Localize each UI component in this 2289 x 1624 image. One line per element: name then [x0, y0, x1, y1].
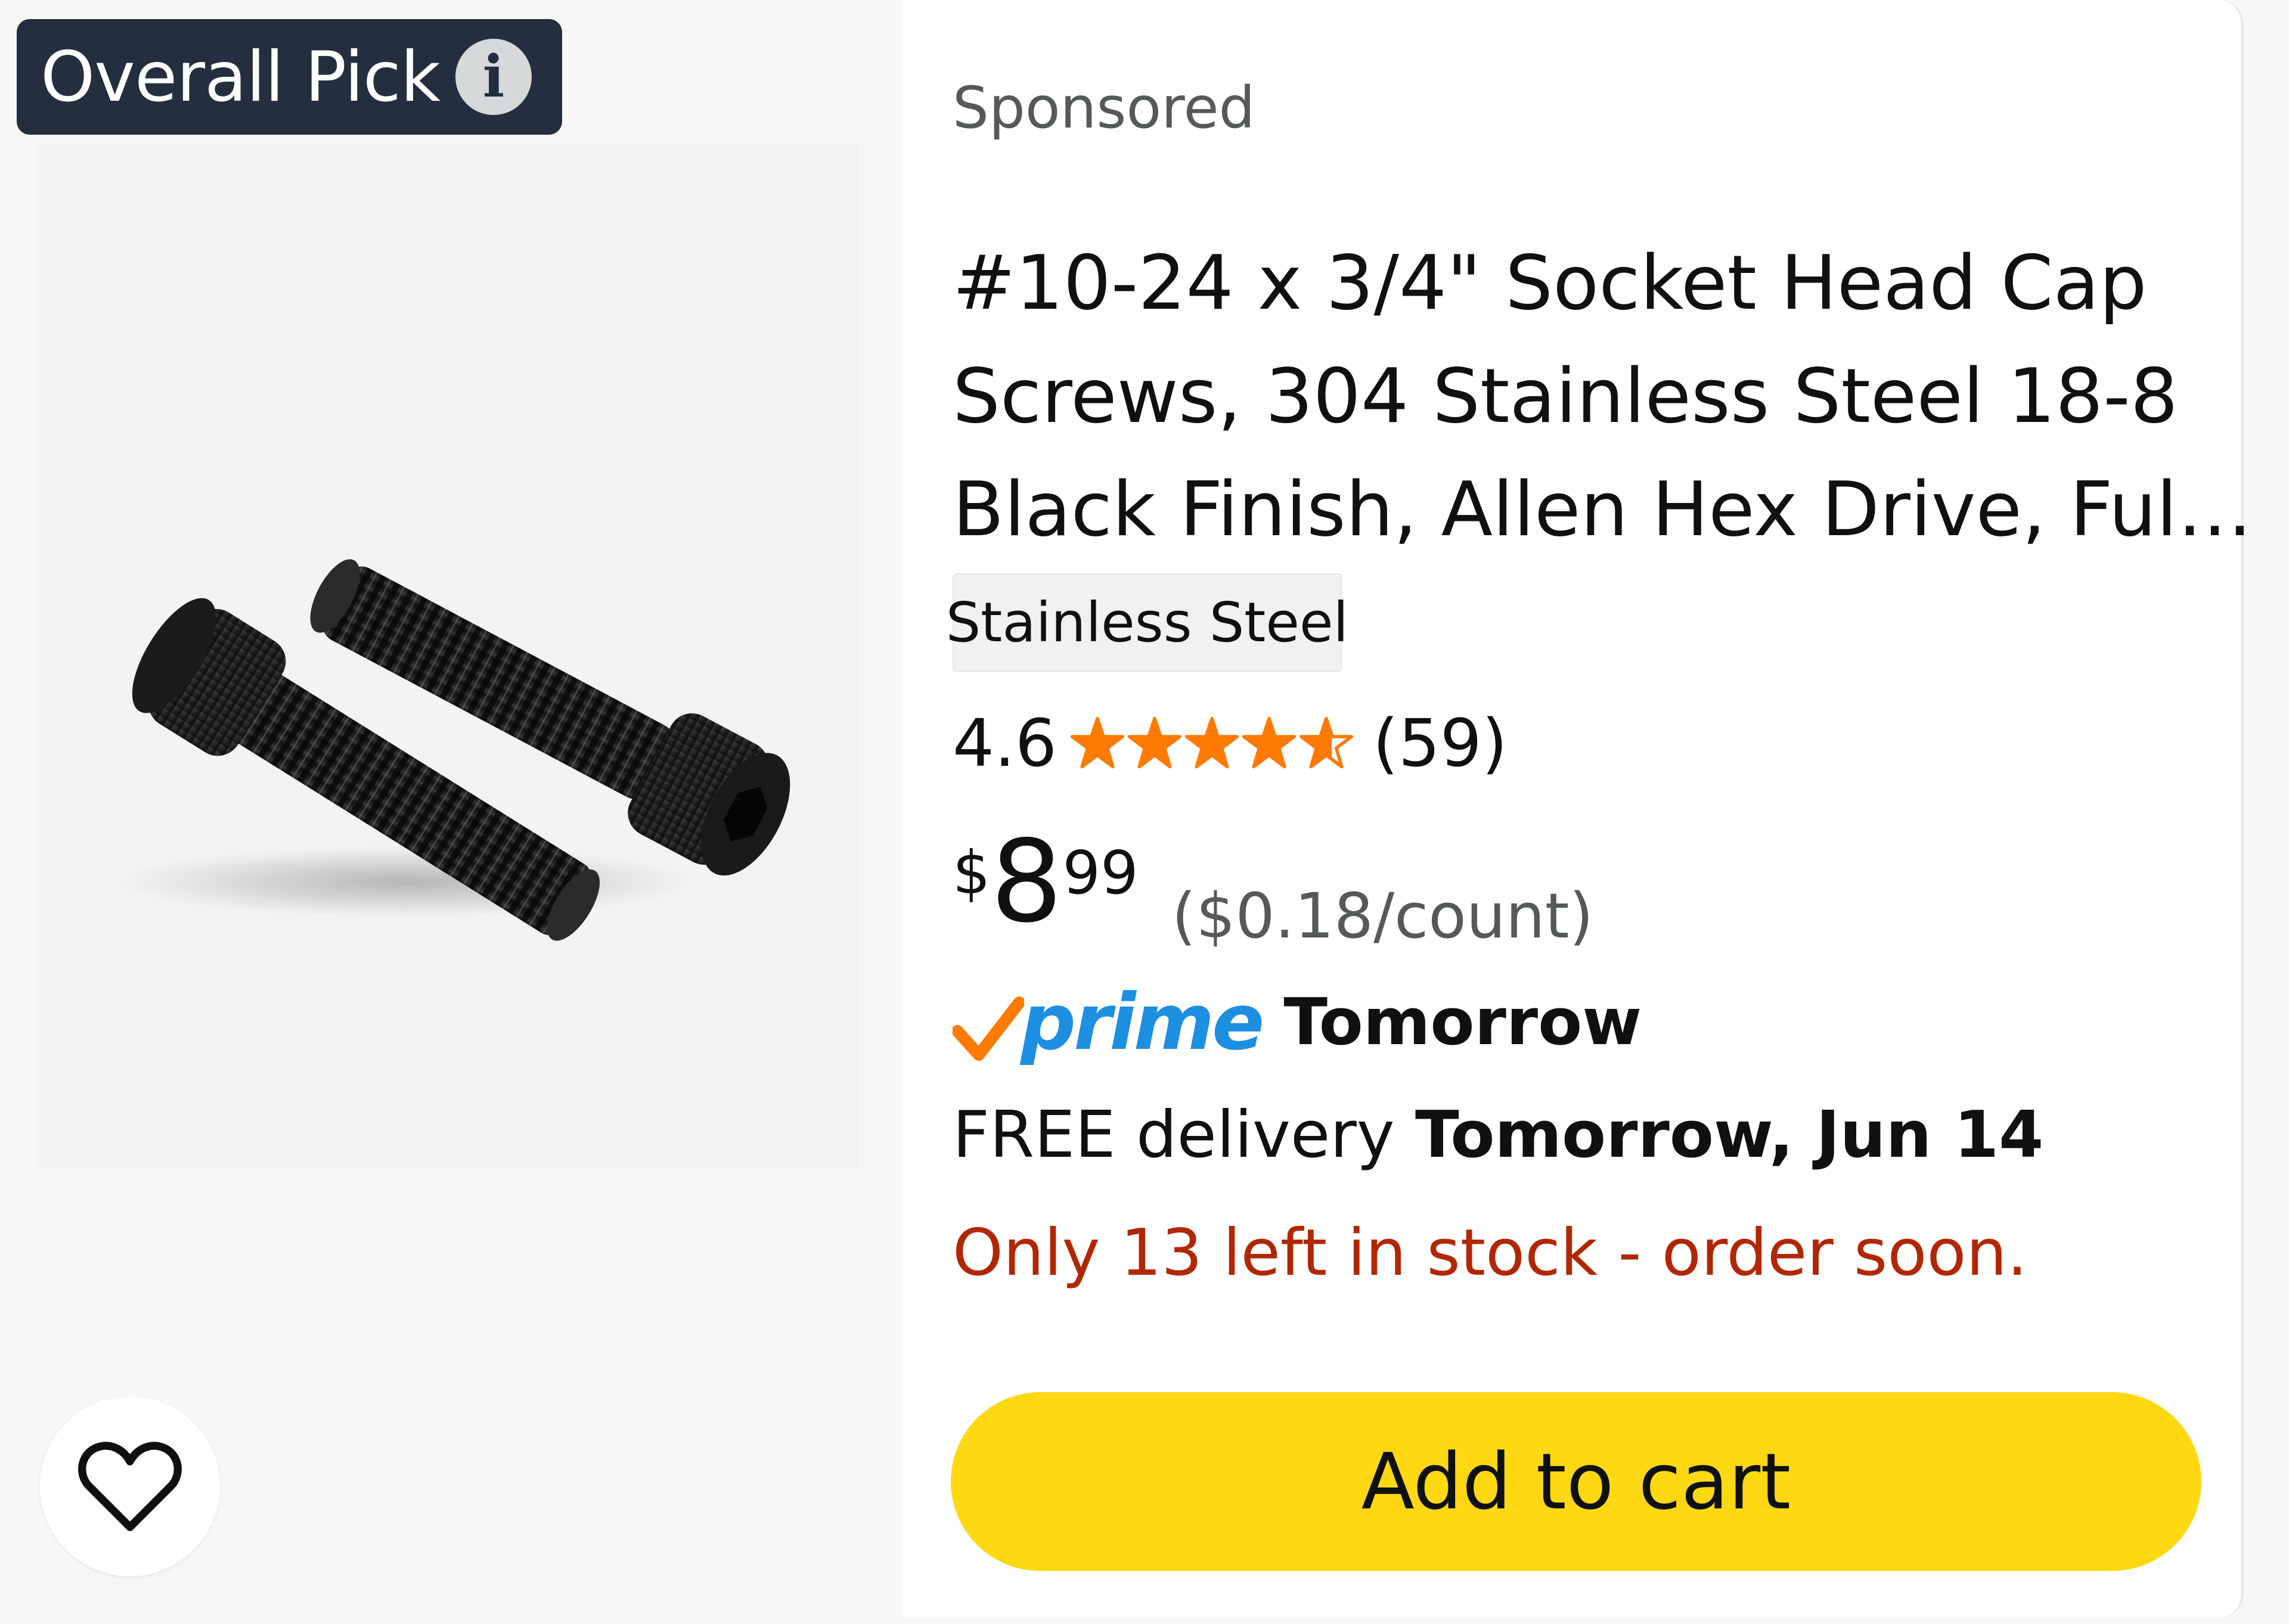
price-symbol: $ — [953, 838, 991, 908]
prime-check-icon — [953, 996, 1024, 1061]
star-full-icon — [1127, 716, 1182, 769]
heart-icon — [78, 1442, 182, 1532]
prime-logo-text: prime — [1021, 977, 1264, 1067]
product-title-line: Black Finish, Allen Hex Drive, Ful… — [953, 465, 2253, 553]
product-title[interactable]: #10-24 x 3/4" Socket Head Cap Screws, 30… — [953, 226, 2253, 566]
overall-pick-badge[interactable]: Overall Pick i — [17, 19, 562, 135]
star-full-icon — [1070, 716, 1125, 769]
price: $ 8 99 ($0.18/count) — [953, 822, 1593, 954]
product-image-panel: Overall Pick i — [0, 0, 903, 1624]
prime-delivery-row: prime Tomorrow — [953, 977, 1642, 1067]
delivery-info: FREE delivery Tomorrow, Jun 14 — [953, 1098, 2043, 1172]
delivery-prefix: FREE delivery — [953, 1098, 1415, 1172]
review-count[interactable]: (59) — [1373, 705, 1508, 781]
stock-warning: Only 13 left in stock - order soon. — [953, 1216, 2028, 1290]
price-fraction: 99 — [1062, 838, 1139, 908]
prime-logo: prime — [953, 977, 1264, 1067]
rating-row[interactable]: 4.6 (59) — [953, 698, 1508, 788]
product-title-line: Screws, 304 Stainless Steel 18-8 — [953, 352, 2178, 440]
info-icon[interactable]: i — [455, 39, 532, 115]
rating-value: 4.6 — [953, 705, 1057, 781]
product-title-line: #10-24 x 3/4" Socket Head Cap — [953, 239, 2147, 327]
star-half-icon — [1299, 716, 1354, 769]
add-to-cart-button[interactable]: Add to cart — [951, 1392, 2201, 1571]
unit-price: ($0.18/count) — [1171, 880, 1594, 952]
price-whole: 8 — [990, 816, 1063, 948]
variant-chip[interactable]: Stainless Steel — [946, 573, 1348, 672]
product-details-panel: Sponsored #10-24 x 3/4" Socket Head Cap … — [903, 0, 2253, 1618]
delivery-date: Tomorrow, Jun 14 — [1415, 1098, 2044, 1172]
badge-label: Overall Pick — [41, 36, 441, 117]
star-rating[interactable] — [1070, 716, 1356, 771]
sponsored-label: Sponsored — [953, 74, 1255, 141]
star-full-icon — [1184, 716, 1239, 769]
star-full-icon — [1242, 716, 1297, 769]
product-image[interactable] — [37, 143, 860, 1168]
prime-delivery-speed: Tomorrow — [1283, 985, 1642, 1060]
wishlist-button[interactable] — [40, 1396, 220, 1576]
